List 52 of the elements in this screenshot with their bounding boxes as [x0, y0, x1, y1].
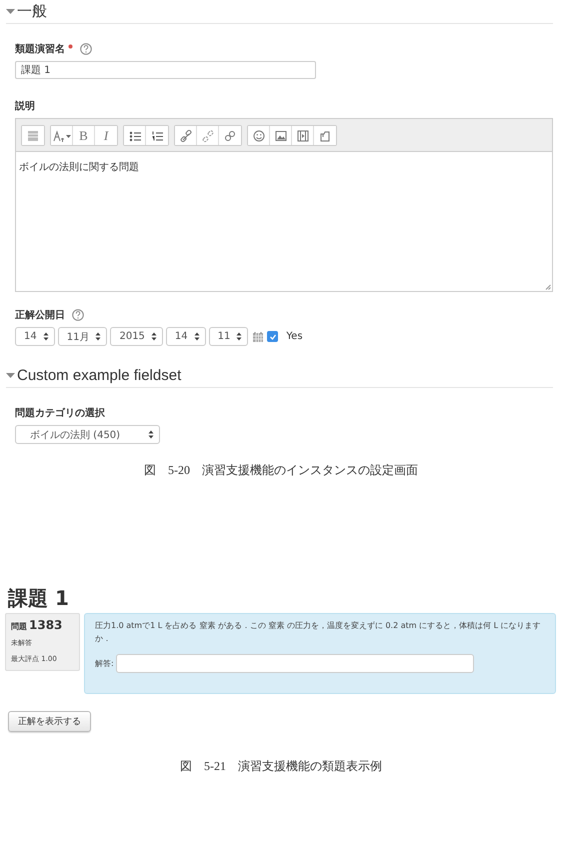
field-label: 問題カテゴリの選択 — [15, 406, 105, 420]
unlink-icon — [202, 130, 214, 142]
field-label: 正解公開日 — [15, 308, 65, 322]
updown-arrow-icon — [194, 332, 200, 341]
editor-text: ボイルの法則に関する問題 — [19, 162, 139, 173]
updown-arrow-icon — [236, 332, 242, 341]
question-text: 圧力1.0 atmで1 L を占める 窒素 がある．この 窒素 の圧力を，温度を変えずに 0.2 atm にすると，体積は何 L になりますか． — [95, 620, 542, 645]
dropdown[interactable]: 11 — [208, 327, 248, 346]
help-icon[interactable] — [72, 308, 84, 320]
link-icon — [180, 130, 192, 142]
figure-caption: 図 5-20 演習支援機能のインスタンスの設定画面 — [143, 462, 419, 479]
folder-icon — [319, 130, 331, 142]
page-title: 課題 1 — [8, 585, 70, 609]
checkbox-label: Yes — [286, 331, 303, 342]
dropdown[interactable]: 14 — [15, 327, 55, 346]
section-heading[interactable]: Custom example fieldset — [17, 366, 182, 384]
checkbox[interactable] — [267, 331, 278, 342]
dropdown[interactable]: 2015 — [110, 327, 163, 346]
smiley-icon — [252, 130, 264, 142]
show-answer-button[interactable]: 正解を表示する — [8, 711, 91, 732]
figure-caption: 図 5-21 演習支援機能の類題表示例 — [179, 758, 383, 775]
question-label: 問題 — [11, 621, 27, 632]
toolbar-button[interactable] — [175, 126, 197, 145]
font-size-icon — [52, 130, 70, 142]
section-heading[interactable]: 一般 — [17, 2, 47, 20]
toolbar-button[interactable] — [248, 126, 270, 145]
text-field[interactable]: 課題 1 — [15, 61, 316, 79]
image-icon — [274, 130, 286, 142]
updown-arrow-icon — [95, 332, 102, 341]
updown-arrow-icon — [42, 332, 49, 341]
question-number: 1383 — [29, 618, 62, 632]
dropdown[interactable]: 14 — [166, 327, 206, 346]
film-icon — [296, 130, 308, 142]
numbered-list-icon — [151, 130, 163, 142]
table-icon — [27, 130, 39, 142]
toolbar-button[interactable] — [51, 126, 73, 145]
calendar-icon[interactable] — [252, 330, 264, 342]
field-label: 説明 — [15, 100, 35, 112]
collapse-triangle-icon[interactable] — [6, 370, 15, 380]
toolbar-button[interactable] — [124, 126, 146, 145]
updown-arrow-icon — [148, 430, 154, 439]
dropdown[interactable]: ボイルの法則 (450) — [15, 425, 160, 444]
dropdown[interactable]: 11月 — [58, 327, 108, 346]
updown-arrow-icon — [150, 332, 157, 341]
resize-handle-icon[interactable] — [545, 284, 551, 290]
answer-field[interactable] — [116, 654, 474, 673]
help-icon[interactable] — [80, 42, 92, 54]
chain-icon — [224, 130, 236, 142]
answer-label: 解答: — [95, 658, 114, 669]
collapse-triangle-icon[interactable] — [6, 6, 15, 16]
field-label: 類題演習名 — [15, 42, 65, 56]
bullet-list-icon — [128, 130, 140, 142]
